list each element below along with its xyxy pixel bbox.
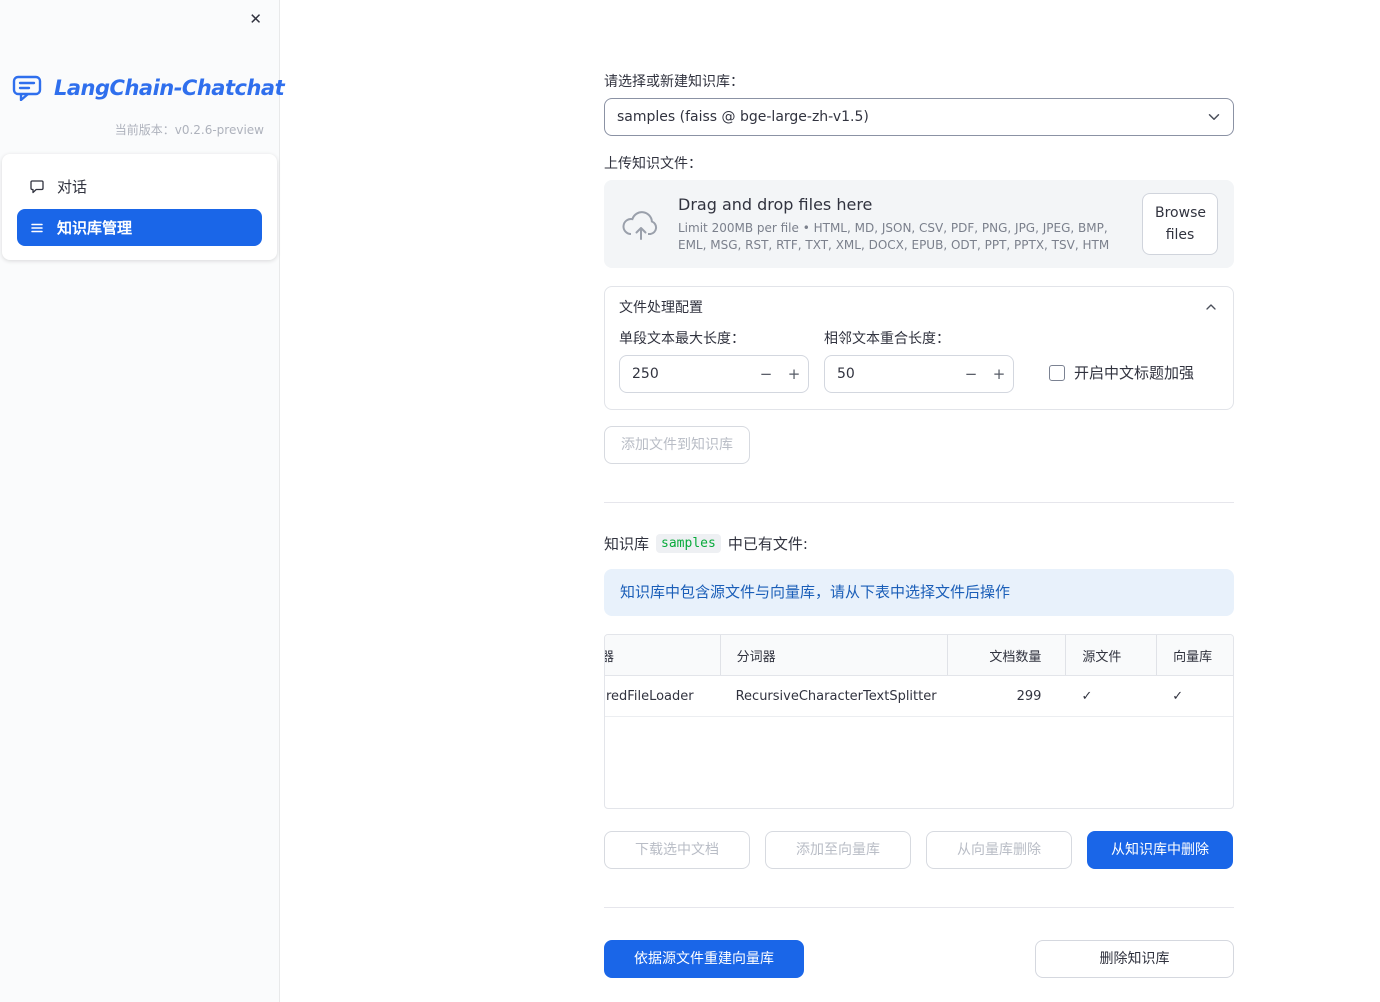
chunk-size-label: 单段文本最大长度： [619,331,745,347]
decrement-button[interactable]: − [752,356,780,392]
divider [604,502,1234,503]
zh-title-checkbox-label[interactable]: 开启中文标题加强 [1074,362,1194,383]
kb-selectbox[interactable]: samples (faiss @ bge-large-zh-v1.5) [604,98,1234,136]
list-icon [29,220,45,236]
main-content: 请选择或新建知识库： samples (faiss @ bge-large-zh… [280,0,1380,1002]
cell-vector-store-check: ✓ [1172,688,1184,704]
sidebar-item-label: 知识库管理 [57,219,133,237]
delete-from-vector-store-button[interactable]: 从向量库删除 [926,831,1072,869]
info-alert: 知识库中包含源文件与向量库，请从下表中选择文件后操作 [604,569,1234,616]
kb-selectbox-value: samples (faiss @ bge-large-zh-v1.5) [617,109,869,125]
download-selected-button[interactable]: 下载选中文档 [604,831,750,869]
sidebar-item-label: 对话 [57,178,88,196]
sidebar-close-button[interactable]: ✕ [245,8,266,31]
rebuild-vector-store-button[interactable]: 依据源文件重建向量库 [604,940,804,978]
sidebar-menu: 对话 知识库管理 [2,154,277,260]
upload-label: 上传知识文件： [604,156,702,172]
table-header-row: 器 分词器 文档数量 源文件 向量库 [605,635,1233,676]
expander-header[interactable]: 文件处理配置 [605,287,1233,327]
decrement-button[interactable]: − [957,356,985,392]
add-files-button[interactable]: 添加文件到知识库 [604,426,750,464]
overlap-size-label: 相邻文本重合长度： [824,331,950,347]
column-header-doc-count: 文档数量 [946,635,1066,675]
chunk-size-input: 250 − + [619,355,809,393]
uploader-limit-text: Limit 200MB per file • HTML, MD, JSON, C… [678,221,1110,252]
column-header-splitter: 分词器 [719,635,947,675]
file-uploader-dropzone[interactable]: Drag and drop files here Limit 200MB per… [604,180,1234,268]
app-logo: LangChain-Chatchat [0,74,285,101]
increment-button[interactable]: + [780,356,808,392]
cell-doc-count: 299 [1016,688,1042,704]
chevron-down-icon [1205,108,1223,126]
delete-kb-button[interactable]: 删除知识库 [1035,940,1234,978]
overlap-size-value[interactable]: 50 [825,366,957,382]
add-to-vector-store-button[interactable]: 添加至向量库 [765,831,911,869]
sidebar-item-kb-management[interactable]: 知识库管理 [17,209,262,246]
cell-loader: redFileLoader [606,688,694,704]
version-text: 当前版本：v0.2.6-preview [114,123,264,137]
chunk-size-value[interactable]: 250 [620,366,752,382]
logo-chat-icon [12,74,46,101]
kb-select-label: 请选择或新建知识库： [604,74,744,90]
cell-source-file-check: ✓ [1081,688,1093,704]
divider [604,907,1234,908]
browse-files-button[interactable]: Browse files [1142,192,1218,256]
cell-splitter: RecursiveCharacterTextSplitter [735,688,937,704]
kb-footer-actions: 依据源文件重建向量库 删除知识库 [604,940,1234,978]
kb-files-heading: 知识库 samples 中已有文件: [604,534,808,553]
close-icon: ✕ [249,11,262,28]
overlap-size-input: 50 − + [824,355,1014,393]
column-header-source-file: 源文件 [1065,635,1156,675]
file-config-expander: 文件处理配置 单段文本最大长度： 250 − + 相邻文本重合长度： 50 − … [604,286,1234,410]
kb-name-code: samples [656,534,721,553]
kb-files-table[interactable]: 器 分词器 文档数量 源文件 向量库 redFileLoader Recursi… [604,634,1234,809]
zh-title-checkbox[interactable] [1049,364,1065,381]
column-header-loader: 器 [605,635,720,675]
column-header-vector-store: 向量库 [1156,635,1233,675]
uploader-instructions: Drag and drop files here [678,195,873,215]
sidebar-item-chat[interactable]: 对话 [17,168,262,205]
chevron-up-icon [1203,299,1219,315]
increment-button[interactable]: + [985,356,1013,392]
table-actions: 下载选中文档 添加至向量库 从向量库删除 从知识库中删除 [604,831,1234,869]
delete-from-kb-button[interactable]: 从知识库中删除 [1087,831,1233,869]
table-row[interactable]: redFileLoader RecursiveCharacterTextSpli… [605,676,1233,717]
upload-cloud-icon [620,207,662,241]
expander-title: 文件处理配置 [619,300,703,316]
app-title: LangChain-Chatchat [54,75,285,100]
sidebar: ✕ LangChain-Chatchat 当前版本：v0.2.6-preview… [0,0,285,1002]
chat-bubble-icon [29,179,45,195]
